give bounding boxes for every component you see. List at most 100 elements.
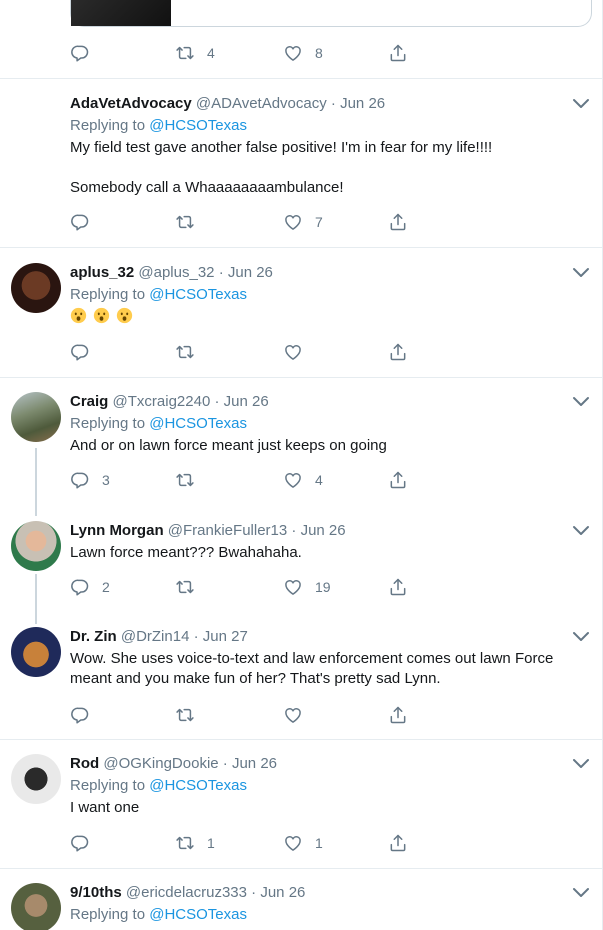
tweet[interactable]: Rod @OGKingDookie · Jun 26 Replying to @…	[0, 754, 602, 869]
reply-button[interactable]	[70, 211, 90, 233]
timestamp[interactable]: Jun 26	[228, 264, 273, 281]
retweet-count: 1	[207, 835, 215, 851]
reply-button[interactable]: 2	[70, 576, 110, 598]
chevron-down-icon[interactable]	[572, 525, 590, 537]
heart-icon	[283, 577, 303, 597]
heart-icon	[283, 470, 303, 490]
share-button[interactable]	[388, 576, 408, 598]
mention-link[interactable]: @HCSOTexas	[149, 415, 247, 432]
tweet-text: I want one	[70, 799, 140, 816]
reply-icon	[70, 470, 90, 490]
retweet-button[interactable]: 4	[175, 42, 215, 64]
reply-button[interactable]	[70, 42, 90, 64]
timestamp[interactable]: Jun 26	[340, 95, 385, 112]
reply-button[interactable]	[70, 704, 90, 726]
reply-icon	[70, 577, 90, 597]
avatar[interactable]	[11, 627, 61, 677]
reply-button[interactable]: 3	[70, 469, 110, 491]
reply-icon	[70, 212, 90, 232]
tweet-text: Wow. She uses voice-to-text and law enfo…	[70, 650, 554, 687]
share-button[interactable]	[388, 704, 408, 726]
handle[interactable]: @DrZin14	[121, 628, 190, 645]
tweet-text: Lawn force meant??? Bwahahaha.	[70, 544, 302, 561]
like-count: 4	[315, 472, 323, 488]
mention-link[interactable]: @HCSOTexas	[149, 286, 247, 303]
tweet[interactable]: Dr. Zin @DrZin14 · Jun 27 Wow. She uses …	[0, 627, 602, 740]
tweet[interactable]: aplus_32 @aplus_32 · Jun 26 Replying to …	[0, 263, 602, 378]
tweet-header: aplus_32 @aplus_32 · Jun 26	[70, 264, 273, 281]
tweet[interactable]: Lynn Morgan @FrankieFuller13 · Jun 26 La…	[0, 521, 602, 611]
like-count: 8	[315, 45, 323, 61]
media-card[interactable]	[70, 0, 592, 27]
chevron-down-icon[interactable]	[572, 98, 590, 110]
display-name[interactable]: 9/10ths	[70, 884, 122, 901]
mention-link[interactable]: @HCSOTexas	[149, 906, 247, 923]
avatar[interactable]	[11, 521, 61, 571]
reply-icon	[70, 342, 90, 362]
chevron-down-icon[interactable]	[572, 396, 590, 408]
avatar[interactable]	[11, 883, 61, 930]
display-name[interactable]: Craig	[70, 393, 108, 410]
like-button[interactable]: 19	[283, 576, 331, 598]
display-name[interactable]: AdaVetAdvocacy	[70, 95, 192, 112]
reply-button[interactable]	[70, 832, 90, 854]
share-icon	[388, 833, 408, 853]
mention-link[interactable]: @HCSOTexas	[149, 777, 247, 794]
like-button[interactable]: 1	[283, 832, 323, 854]
handle[interactable]: @OGKingDookie	[103, 755, 218, 772]
handle[interactable]: @ericdelacruz333	[126, 884, 247, 901]
avatar[interactable]	[11, 263, 61, 313]
share-button[interactable]	[388, 469, 408, 491]
retweet-button[interactable]	[175, 211, 195, 233]
chevron-down-icon[interactable]	[572, 758, 590, 770]
chevron-down-icon[interactable]	[572, 267, 590, 279]
share-button[interactable]	[388, 42, 408, 64]
retweet-button[interactable]	[175, 341, 195, 363]
like-button[interactable]: 8	[283, 42, 323, 64]
chevron-down-icon[interactable]	[572, 887, 590, 899]
handle[interactable]: @FrankieFuller13	[168, 522, 287, 539]
tweet-separator	[0, 868, 602, 869]
share-button[interactable]	[388, 211, 408, 233]
share-button[interactable]	[388, 341, 408, 363]
retweet-icon	[175, 705, 195, 725]
tweet[interactable]: Craig @Txcraig2240 · Jun 26 Replying to …	[0, 392, 602, 507]
retweet-icon	[175, 577, 195, 597]
display-name[interactable]: Dr. Zin	[70, 628, 117, 645]
timestamp[interactable]: Jun 26	[232, 755, 277, 772]
tweet[interactable]: 9/10ths @ericdelacruz333 · Jun 26 Replyi…	[0, 883, 602, 930]
timestamp[interactable]: Jun 26	[260, 884, 305, 901]
retweet-button[interactable]	[175, 469, 195, 491]
retweet-button[interactable]	[175, 576, 195, 598]
retweet-icon	[175, 43, 195, 63]
display-name[interactable]: Rod	[70, 755, 99, 772]
heart-icon	[283, 705, 303, 725]
replying-to: Replying to @HCSOTexas	[70, 415, 247, 432]
mention-link[interactable]: @HCSOTexas	[149, 117, 247, 134]
handle[interactable]: @ADAvetAdvocacy	[196, 95, 327, 112]
media-thumbnail[interactable]	[71, 0, 171, 26]
reply-button[interactable]	[70, 341, 90, 363]
timestamp[interactable]: Jun 26	[301, 522, 346, 539]
timestamp[interactable]: Jun 27	[203, 628, 248, 645]
like-button[interactable]: 7	[283, 211, 323, 233]
replying-to: Replying to @HCSOTexas	[70, 906, 247, 923]
tweet-actions: 2 19	[70, 576, 410, 598]
share-button[interactable]	[388, 832, 408, 854]
like-button[interactable]	[283, 341, 303, 363]
like-button[interactable]	[283, 704, 303, 726]
tweet[interactable]: AdaVetAdvocacy @ADAvetAdvocacy · Jun 26 …	[0, 94, 602, 247]
timestamp[interactable]: Jun 26	[224, 393, 269, 410]
avatar[interactable]	[11, 392, 61, 442]
display-name[interactable]: aplus_32	[70, 264, 134, 281]
display-name[interactable]: Lynn Morgan	[70, 522, 164, 539]
tweet-actions: 4 8	[70, 42, 410, 64]
like-button[interactable]: 4	[283, 469, 323, 491]
handle[interactable]: @aplus_32	[138, 264, 214, 281]
retweet-button[interactable]: 1	[175, 832, 215, 854]
tweet-actions: 1 1	[70, 832, 410, 854]
avatar[interactable]	[11, 754, 61, 804]
retweet-button[interactable]	[175, 704, 195, 726]
handle[interactable]: @Txcraig2240	[113, 393, 211, 410]
chevron-down-icon[interactable]	[572, 631, 590, 643]
